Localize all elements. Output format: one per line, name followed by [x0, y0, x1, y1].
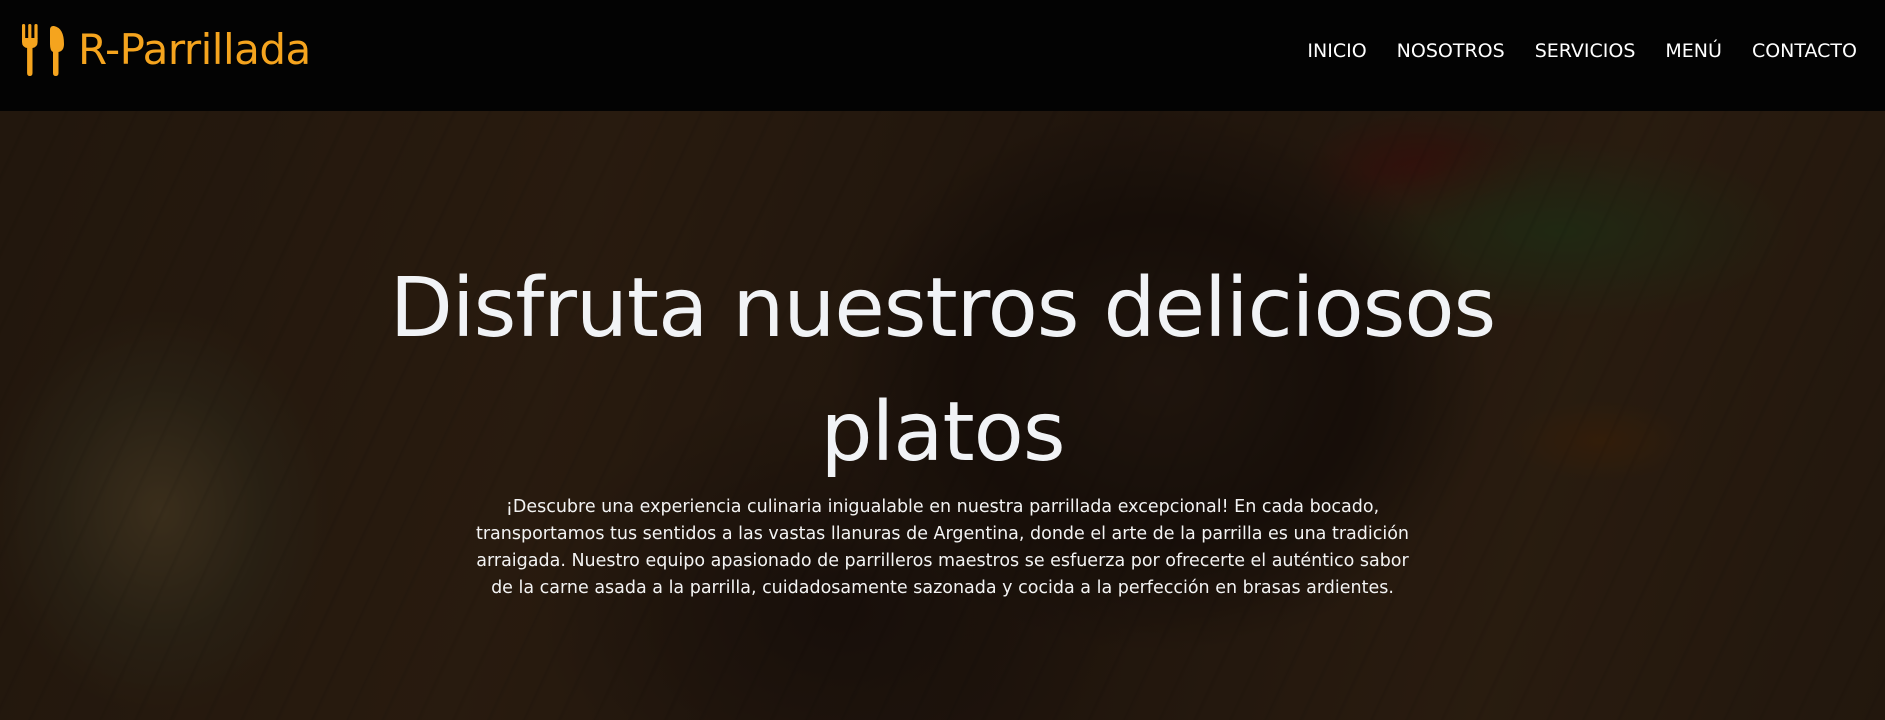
- brand-logo-link[interactable]: R-Parrillada: [20, 22, 311, 78]
- nav-item-nosotros[interactable]: NOSOTROS: [1397, 37, 1505, 65]
- main-nav: INICIO NOSOTROS SERVICIOS MENÚ CONTACTO: [1307, 37, 1857, 65]
- hero-description: ¡Descubre una experiencia culinaria inig…: [476, 497, 1409, 598]
- brand-name: R-Parrillada: [78, 25, 311, 74]
- nav-item-menu[interactable]: MENÚ: [1665, 37, 1722, 65]
- nav-item-contacto[interactable]: CONTACTO: [1752, 37, 1857, 65]
- navbar: R-Parrillada INICIO NOSOTROS SERVICIOS M…: [0, 0, 1885, 111]
- hero-title: Disfruta nuestros deliciosos platos: [389, 261, 1497, 480]
- utensils-icon: [22, 24, 64, 76]
- nav-item-inicio[interactable]: INICIO: [1307, 37, 1366, 65]
- hero-section: Disfruta nuestros deliciosos platos ¡Des…: [0, 111, 1885, 720]
- nav-item-servicios[interactable]: SERVICIOS: [1535, 37, 1636, 65]
